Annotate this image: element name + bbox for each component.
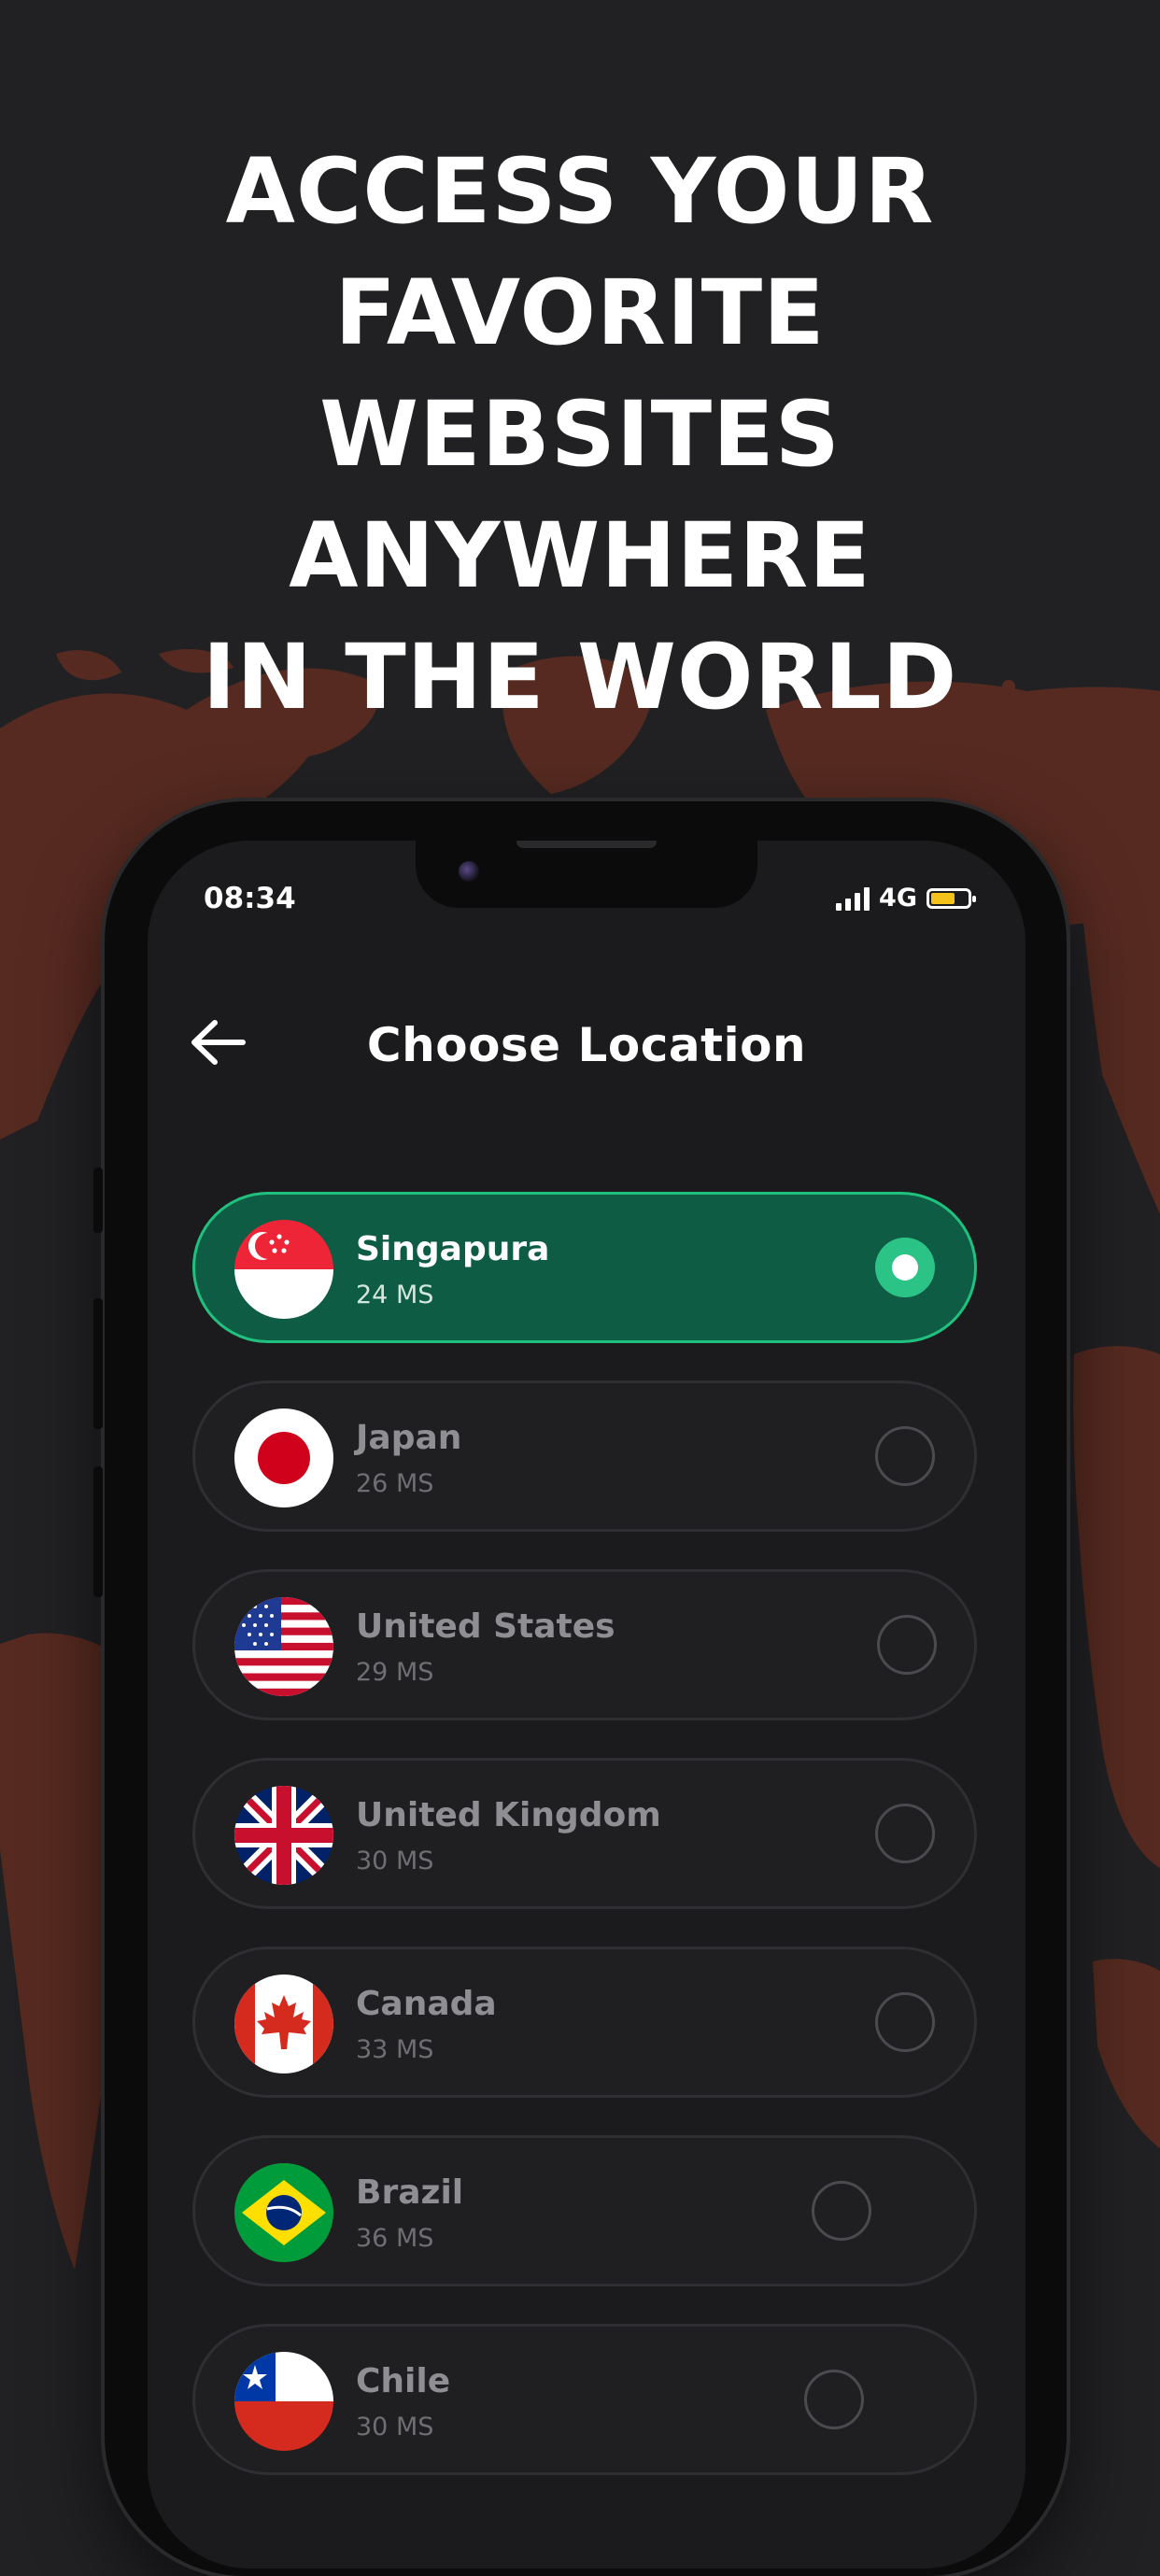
radio-unselected-icon[interactable]: [877, 1615, 937, 1675]
japan-flag-icon: [234, 1408, 333, 1507]
phone-volume-up-button: [93, 1298, 103, 1429]
radio-unselected-icon[interactable]: [804, 2370, 864, 2429]
ping-value: 24 MS: [356, 1281, 434, 1309]
cellular-signal-icon: [836, 886, 870, 911]
phone-side-button: [93, 1168, 103, 1233]
ping-value: 30 MS: [356, 2413, 434, 2442]
headline-line: ACCESS YOUR: [225, 139, 935, 244]
ping-value: 30 MS: [356, 1847, 434, 1875]
us-flag-icon: [234, 1597, 333, 1696]
ping-value: 33 MS: [356, 2035, 434, 2064]
canada-flag-icon: [234, 1974, 333, 2074]
country-name: United States: [356, 1607, 615, 1646]
location-item-canada[interactable]: Canada 33 MS: [192, 1946, 977, 2098]
headline-line: IN THE WORLD: [202, 625, 958, 729]
ping-value: 29 MS: [356, 1658, 434, 1687]
location-item-brazil[interactable]: Brazil 36 MS: [192, 2135, 977, 2286]
phone-speaker: [516, 841, 657, 848]
headline-line: ANYWHERE: [289, 503, 871, 608]
ping-value: 26 MS: [356, 1469, 434, 1498]
chile-flag-icon: [234, 2352, 333, 2451]
country-name: Singapura: [356, 1230, 550, 1268]
radio-selected-icon[interactable]: [875, 1238, 935, 1297]
country-name: United Kingdom: [356, 1796, 661, 1834]
phone-volume-down-button: [93, 1466, 103, 1597]
radio-unselected-icon[interactable]: [812, 2181, 871, 2241]
country-name: Canada: [356, 1985, 497, 2023]
location-item-singapura[interactable]: Singapura 24 MS: [192, 1192, 977, 1343]
brazil-flag-icon: [234, 2163, 333, 2262]
country-name: Chile: [356, 2362, 451, 2400]
headline: ACCESS YOUR FAVORITE WEBSITES ANYWHERE I…: [0, 131, 1160, 738]
location-item-chile[interactable]: Chile 30 MS: [192, 2324, 977, 2475]
location-item-united-kingdom[interactable]: United Kingdom 30 MS: [192, 1758, 977, 1909]
screen-title: Choose Location: [366, 1018, 807, 1072]
status-time: 08:34: [204, 882, 296, 915]
uk-flag-icon: [234, 1786, 333, 1885]
status-indicators: 4G: [836, 884, 976, 913]
radio-unselected-icon[interactable]: [875, 1426, 935, 1486]
headline-line: WEBSITES: [319, 382, 841, 487]
radio-unselected-icon[interactable]: [875, 1804, 935, 1863]
country-name: Japan: [356, 1419, 462, 1457]
battery-fill: [931, 892, 955, 904]
location-item-united-states[interactable]: United States 29 MS: [192, 1569, 977, 1720]
network-type: 4G: [879, 884, 917, 913]
battery-icon: [927, 887, 976, 909]
location-item-japan[interactable]: Japan 26 MS: [192, 1380, 977, 1532]
ping-value: 36 MS: [356, 2224, 434, 2253]
singapore-flag-icon: [234, 1220, 333, 1319]
country-name: Brazil: [356, 2173, 464, 2212]
camera-icon: [459, 861, 479, 882]
phone-screen: 08:34 4G Choose Location Singapura 24 MS…: [148, 841, 1026, 2569]
headline-line: FAVORITE: [334, 261, 826, 365]
radio-unselected-icon[interactable]: [875, 1992, 935, 2052]
